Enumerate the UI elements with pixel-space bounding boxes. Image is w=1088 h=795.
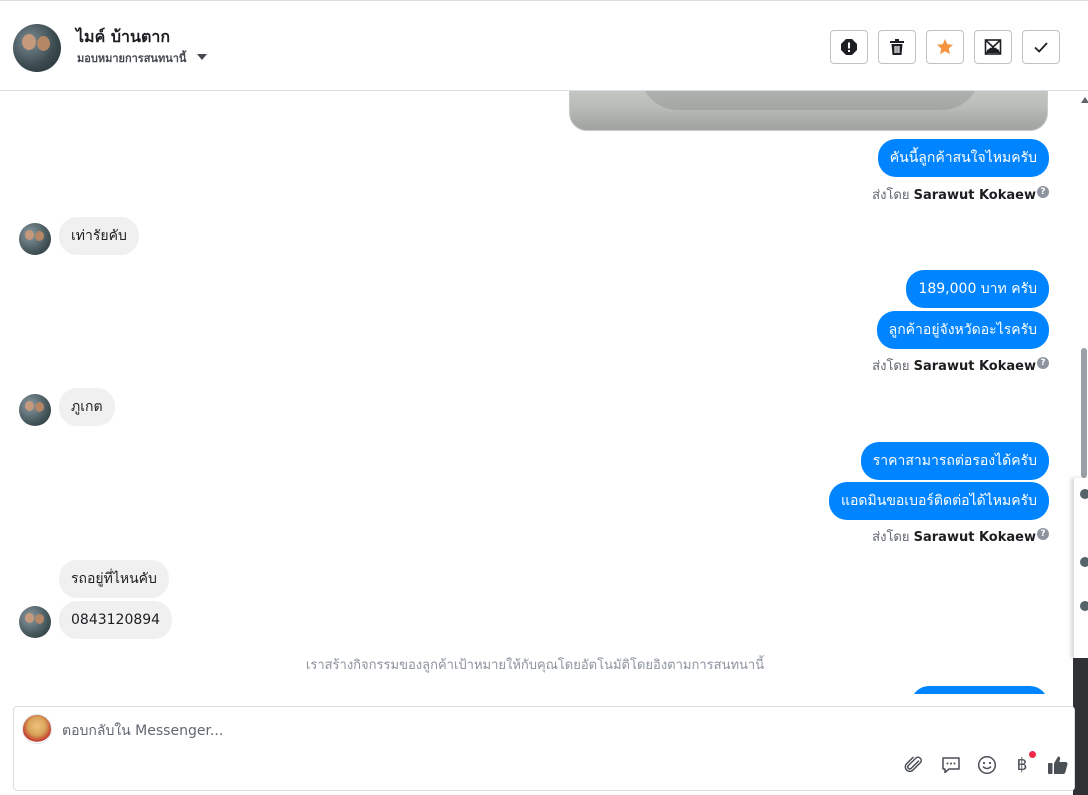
reply-composer (13, 706, 1075, 791)
emoji-icon[interactable] (976, 754, 998, 776)
caret-down-icon[interactable] (197, 54, 207, 60)
incoming-message[interactable]: รถอยู่ที่ไหนคับ (59, 560, 169, 598)
exclamation-icon (841, 39, 857, 55)
outgoing-message[interactable]: ราคาสามารถต่อรองได้ครับ (860, 442, 1049, 480)
sent-by-label: ส่งโดย Sarawut Kokaew (872, 530, 1036, 545)
envelope-icon (984, 39, 1002, 55)
image-attachment[interactable] (569, 91, 1048, 131)
system-note: เราสร้างกิจกรรมของลูกค้าเป้าหมายให้กับคุ… (305, 658, 765, 673)
spam-button[interactable] (830, 30, 868, 64)
conversation-header: ไมค์ บ้านตาก มอบหมายการสนทนานี้ (0, 0, 1088, 91)
message-thread[interactable]: คันนี้ลูกค้าสนใจไหมครับ ส่งโดย Sarawut K… (0, 91, 1075, 694)
side-panel-dark-area (1073, 658, 1088, 795)
help-icon[interactable]: ? (1037, 186, 1049, 198)
star-icon (937, 39, 953, 55)
side-panel-avatar[interactable] (1080, 557, 1088, 567)
reply-input[interactable] (62, 720, 882, 742)
contact-avatar-small (19, 606, 51, 638)
baht-symbol: ฿ (1016, 755, 1028, 775)
mark-unread-button[interactable] (974, 30, 1012, 64)
outgoing-message[interactable]: คันนี้ลูกค้าสนใจไหมครับ (877, 139, 1049, 177)
check-icon (1034, 42, 1048, 53)
help-icon[interactable]: ? (1037, 528, 1049, 540)
side-panel (1073, 478, 1088, 658)
sent-by-label: ส่งโดย Sarawut Kokaew (872, 188, 1036, 203)
chat-bubble-icon[interactable] (940, 754, 962, 776)
help-icon[interactable]: ? (1037, 357, 1049, 369)
assign-conversation-link[interactable]: มอบหมายการสนทนานี้ (77, 49, 186, 67)
incoming-message[interactable]: ภูเกต (59, 388, 115, 426)
incoming-message[interactable]: เท่ารัยคับ (59, 217, 139, 255)
paperclip-icon[interactable] (903, 754, 925, 776)
scroll-up-arrow-icon[interactable] (1081, 97, 1088, 103)
star-button[interactable] (926, 30, 964, 64)
notification-dot (1029, 751, 1036, 758)
incoming-message[interactable]: 0843120894 (59, 601, 173, 639)
contact-avatar-small (19, 223, 51, 255)
side-panel-avatar[interactable] (1080, 601, 1088, 611)
page-avatar (22, 714, 52, 744)
scrollbar-thumb[interactable] (1081, 348, 1087, 478)
outgoing-message-partial[interactable] (911, 686, 1048, 694)
outgoing-message[interactable]: แอดมินขอเบอร์ติดต่อได้ไหมครับ (829, 482, 1049, 520)
outgoing-message[interactable]: ลูกค้าอยู่จังหวัดอะไรครับ (876, 311, 1049, 349)
side-panel-avatar[interactable] (1080, 489, 1088, 499)
sent-by-label: ส่งโดย Sarawut Kokaew (872, 359, 1036, 374)
thumbs-up-icon[interactable] (1047, 754, 1069, 776)
outgoing-message[interactable]: 189,000 บาท ครับ (906, 270, 1049, 308)
contact-avatar[interactable] (13, 24, 61, 72)
contact-name[interactable]: ไมค์ บ้านตาก (76, 25, 170, 50)
trash-icon (890, 39, 904, 55)
delete-button[interactable] (878, 30, 916, 64)
mark-done-button[interactable] (1022, 30, 1060, 64)
contact-avatar-small (19, 394, 51, 426)
